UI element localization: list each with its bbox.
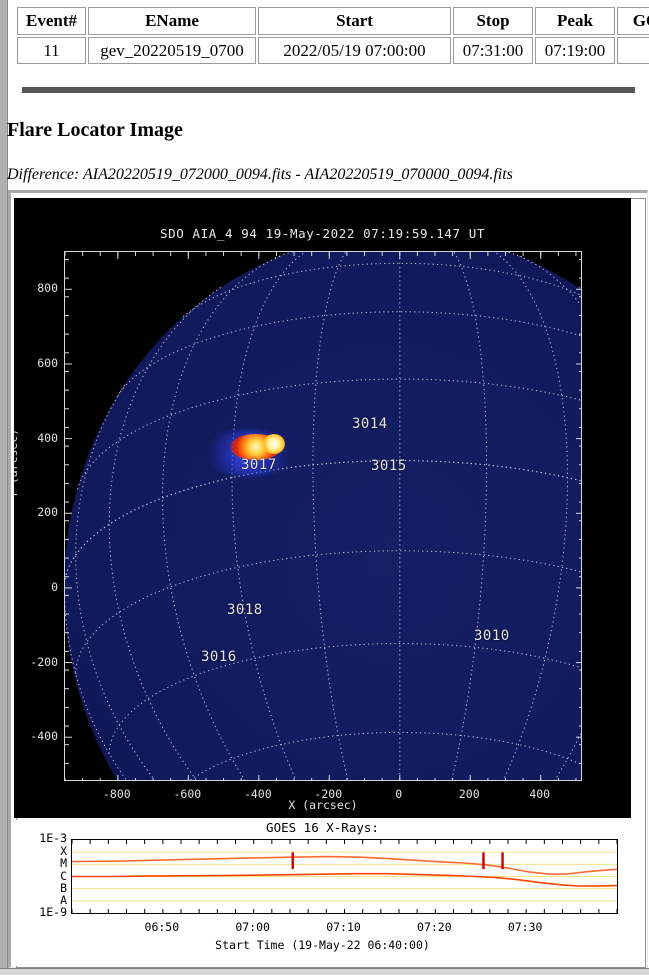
aia-x-tick-label: 400 <box>529 787 551 801</box>
column-header-stop: Stop <box>453 7 533 35</box>
goes-x-axis-label: Start Time (19-May-22 06:40:00) <box>215 938 430 952</box>
table-row: 11 gev_20220519_0700 2022/05/19 07:00:00… <box>17 36 649 65</box>
column-header-start: Start <box>258 7 451 35</box>
active-region-label: 3018 <box>227 602 263 618</box>
active-region-label: 3017 <box>241 457 277 473</box>
event-table-container: Event# EName Start Stop Peak GO 11 gev_2… <box>15 5 649 66</box>
column-header-goes-class: GO <box>617 7 649 35</box>
active-region-label: 3014 <box>352 416 388 432</box>
goes-x-tick-label: 07:20 <box>417 920 452 934</box>
goes-chart-title: GOES 16 X-Rays: <box>266 820 379 835</box>
aia-y-tick-label: 800 <box>37 281 58 296</box>
goes-x-tick-label: 06:50 <box>144 920 180 934</box>
aia-image-title: SDO AIA_4 94 19-May-2022 07:19:59.147 UT <box>159 226 486 241</box>
column-header-ename: EName <box>88 7 256 35</box>
goes-xray-panel: GOES 16 X-Rays: Start Time (19-May-22 06… <box>14 820 631 966</box>
cell-ename: gev_20220519_0700 <box>88 36 256 65</box>
goes-x-tick-label: 07:10 <box>326 920 361 934</box>
aia-y-tick-label: -200 <box>30 654 58 669</box>
aia-x-tick-label: 0 <box>395 787 403 801</box>
aia-y-tick-label: 400 <box>37 430 58 445</box>
difference-caption: Difference: AIA20220519_072000_0094.fits… <box>7 166 513 183</box>
aia-x-tick-label: -800 <box>102 787 131 801</box>
column-header-event-number: Event# <box>17 7 86 35</box>
aia-plot-box <box>64 251 582 781</box>
aia-image-panel: SDO AIA_4 94 19-May-2022 07:19:59.147 UT… <box>14 198 631 818</box>
table-drop-shadow <box>22 87 635 93</box>
aia-y-tick-label: -400 <box>30 729 58 744</box>
window-left-edge <box>0 0 8 968</box>
column-header-peak: Peak <box>535 7 615 35</box>
cell-goes-class <box>617 36 649 65</box>
aia-y-tick-label: 600 <box>37 355 58 370</box>
aia-x-tick-label: -200 <box>314 787 343 801</box>
active-region-label: 3016 <box>201 649 237 665</box>
goes-x-tick-label: 07:30 <box>507 920 543 934</box>
goes-xray-curves <box>72 840 617 913</box>
aia-x-tick-label: 200 <box>458 787 480 801</box>
aia-y-tick-label: 0 <box>51 579 58 594</box>
active-region-label: 3015 <box>371 458 407 474</box>
goes-y-tick-label: 1E-3 <box>39 830 67 845</box>
event-table: Event# EName Start Stop Peak GO 11 gev_2… <box>15 5 649 66</box>
active-region-label: 3010 <box>474 628 510 644</box>
goes-x-tick-label: 07:00 <box>235 920 270 934</box>
cell-peak: 07:19:00 <box>535 36 615 65</box>
aia-x-tick-label: -400 <box>243 787 272 801</box>
goes-plot-box <box>71 839 618 914</box>
goes-y-tick-label: 1E-9 <box>39 905 67 919</box>
aia-y-tick-label: 200 <box>37 505 58 520</box>
cell-start: 2022/05/19 07:00:00 <box>258 36 451 65</box>
cell-stop: 07:31:00 <box>453 36 533 65</box>
page-title: Flare Locator Image <box>7 119 183 141</box>
cell-event-number: 11 <box>17 36 86 65</box>
table-header-row: Event# EName Start Stop Peak GO <box>17 7 649 35</box>
aia-x-tick-label: -600 <box>173 787 202 801</box>
